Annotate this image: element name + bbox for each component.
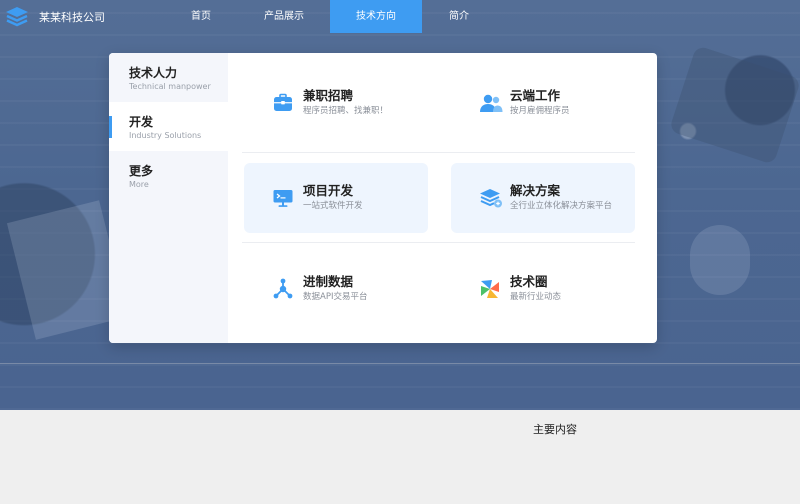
card-title: 兼职招聘 [303,88,354,103]
card-cloud-work[interactable]: 云端工作 按月雇佣程序员 [451,68,635,138]
network-nodes-icon [272,278,294,300]
card-subtitle: 最新行业动态 [510,292,562,302]
card-solutions[interactable]: 解决方案 全行业立体化解决方案平台 [451,163,635,233]
card-title: 解决方案 [510,183,561,198]
category-item-tech-manpower[interactable]: 技术人力 Technical manpower [109,53,228,102]
category-title: 开发 [129,115,154,129]
card-title: 进制数据 [303,274,354,289]
top-navigation-bar: 某某科技公司 首页 产品展示 技术方向 简介 [0,0,800,33]
category-item-development[interactable]: 开发 Industry Solutions [109,102,228,151]
card-subtitle: 全行业立体化解决方案平台 [510,201,613,211]
nav-item-products[interactable]: 产品展示 [253,0,315,33]
brand-name[interactable]: 某某科技公司 [39,9,105,25]
card-subtitle: 程序员招聘、找兼职！ [303,106,389,116]
card-part-time-recruitment[interactable]: 兼职招聘 程序员招聘、找兼职！ [244,68,428,138]
nav-item-tech-direction[interactable]: 技术方向 [330,0,422,33]
colorful-pinwheel-icon [479,278,501,300]
category-item-more[interactable]: 更多 More [109,151,228,200]
card-tech-circle[interactable]: 技术圈 最新行业动态 [451,254,635,324]
logo-layers-icon[interactable] [4,5,30,29]
category-title: 技术人力 [129,66,178,80]
users-icon [479,92,503,114]
nav-item-about[interactable]: 简介 [436,0,482,33]
layers-icon [479,187,502,209]
category-subtitle: More [129,180,149,189]
monitor-code-icon [272,187,294,209]
card-subtitle: 按月雇佣程序员 [510,106,570,116]
hero-background-shape [668,45,800,165]
card-title: 技术圈 [510,274,548,289]
briefcase-icon [272,92,294,114]
hero-divider-line [0,363,800,364]
card-subtitle: 一站式软件开发 [303,201,363,211]
card-binary-data[interactable]: 进制数据 数据API交易平台 [244,254,428,324]
row-divider [242,152,635,153]
card-project-development[interactable]: 项目开发 一站式软件开发 [244,163,428,233]
category-subtitle: Technical manpower [129,82,211,91]
nav-item-home[interactable]: 首页 [178,0,224,33]
category-title: 更多 [129,164,154,178]
card-title: 项目开发 [303,183,354,198]
hero-background-shape [690,225,750,295]
main-content-label: 主要内容 [533,423,577,436]
card-title: 云端工作 [510,88,561,103]
row-divider [242,242,635,243]
dropdown-panel: 技术人力 Technical manpower 开发 Industry Solu… [109,53,657,343]
category-sidebar: 技术人力 Technical manpower 开发 Industry Solu… [109,53,228,343]
category-subtitle: Industry Solutions [129,131,202,140]
card-subtitle: 数据API交易平台 [303,292,368,302]
